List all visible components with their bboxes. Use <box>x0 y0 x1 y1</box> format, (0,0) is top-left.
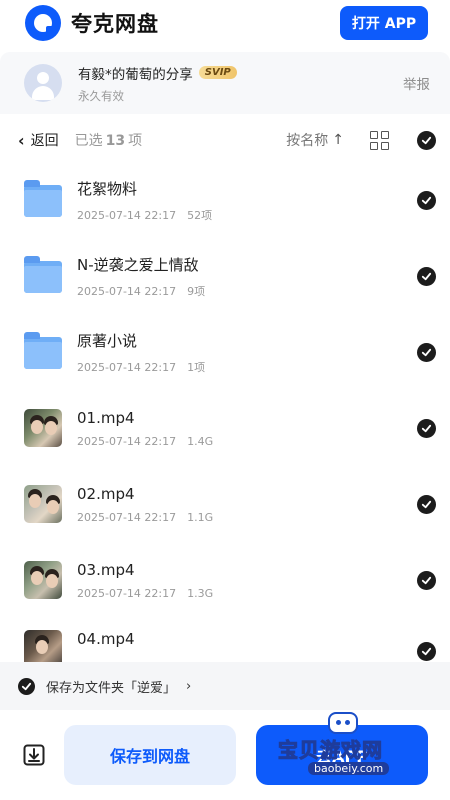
list-item[interactable]: N-逆袭之爱上情敌 2025-07-14 22:17 9项 <box>0 238 450 314</box>
sort-button[interactable]: 按名称 ↑ <box>286 130 344 150</box>
selected-count: 已选 13 项 <box>75 130 142 150</box>
user-head-icon <box>37 72 49 84</box>
download-icon[interactable] <box>22 743 46 767</box>
folder-icon <box>24 332 62 371</box>
video-thumbnail <box>24 409 62 447</box>
item-check-icon[interactable] <box>417 570 436 590</box>
item-check-icon[interactable] <box>417 190 436 210</box>
file-name: 花絮物料 <box>77 179 138 198</box>
selected-suffix: 项 <box>128 133 143 149</box>
back-label: 返回 <box>30 133 59 149</box>
open-in-app-button[interactable]: 去APP <box>256 725 428 785</box>
list-item[interactable]: 原著小说 2025-07-14 22:17 1项 <box>0 314 450 390</box>
list-item[interactable]: 03.mp4 2025-07-14 22:17 1.3G <box>0 542 450 618</box>
file-size: 1.4G <box>187 434 214 448</box>
list-item[interactable]: 花絮物料 2025-07-14 22:17 52项 <box>0 162 450 238</box>
app-header: 夸克网盘 打开 APP <box>0 0 450 46</box>
folder-icon <box>24 256 62 295</box>
item-check-icon[interactable] <box>417 494 436 514</box>
file-toolbar: ‹ 返回 已选 13 项 按名称 ↑ <box>0 120 450 160</box>
item-check-icon[interactable] <box>417 266 436 286</box>
file-date: 2025-07-14 22:17 <box>77 586 177 600</box>
file-name: 原著小说 <box>77 331 138 350</box>
select-all-check-icon[interactable] <box>417 130 436 150</box>
list-item[interactable]: 02.mp4 2025-07-14 22:17 1.1G <box>0 466 450 542</box>
svip-badge: SVIP <box>198 66 237 79</box>
item-check-icon[interactable] <box>417 642 436 661</box>
chevron-right-icon: › <box>186 678 192 694</box>
report-link[interactable]: 举报 <box>403 73 430 93</box>
grid-view-icon[interactable] <box>370 130 389 150</box>
file-date: 2025-07-14 22:17 <box>77 510 177 524</box>
quark-logo-icon <box>25 5 61 41</box>
file-size: 1.1G <box>187 510 214 524</box>
file-size: 1项 <box>187 360 206 374</box>
share-details: 有毅*的葡萄的分享 SVIP 永久有效 <box>78 63 237 104</box>
list-item[interactable]: 01.mp4 2025-07-14 22:17 1.4G <box>0 390 450 466</box>
file-size: 52项 <box>187 208 213 222</box>
item-check-icon[interactable] <box>417 342 436 362</box>
share-title-row: 有毅*的葡萄的分享 SVIP <box>78 63 237 83</box>
file-list: 花絮物料 2025-07-14 22:17 52项 N-逆袭之爱上情敌 2025-… <box>0 162 450 662</box>
selected-number: 13 <box>105 133 126 149</box>
arrow-up-icon: ↑ <box>332 132 344 148</box>
folder-icon <box>24 180 62 219</box>
save-folder-label: 保存为文件夹「逆爱」 <box>46 680 177 696</box>
file-name: 04.mp4 <box>77 630 135 648</box>
item-check-icon[interactable] <box>417 418 436 438</box>
file-date: 2025-07-14 22:17 <box>77 208 177 222</box>
video-thumbnail <box>24 561 62 599</box>
video-thumbnail <box>24 485 62 523</box>
share-info-bar: 有毅*的葡萄的分享 SVIP 永久有效 举报 <box>0 52 450 114</box>
user-body-icon <box>32 86 54 100</box>
app-name: 夸克网盘 <box>71 12 159 36</box>
file-name: N-逆袭之爱上情敌 <box>77 255 199 274</box>
back-button[interactable]: ‹ 返回 <box>18 130 59 150</box>
avatar <box>24 64 62 102</box>
selected-prefix: 已选 <box>74 133 103 149</box>
file-date: 2025-07-14 22:17 <box>77 284 177 298</box>
file-date: 2025-07-14 22:17 <box>77 360 177 374</box>
open-app-button[interactable]: 打开 APP <box>340 6 428 40</box>
file-name: 03.mp4 <box>77 560 135 579</box>
list-item[interactable]: 04.mp4 <box>0 618 450 662</box>
video-thumbnail <box>24 630 62 662</box>
save-to-cloud-button[interactable]: 保存到网盘 <box>64 725 236 785</box>
sort-label: 按名称 <box>286 133 329 149</box>
chevron-left-icon: ‹ <box>18 130 25 150</box>
share-validity: 永久有效 <box>78 88 124 103</box>
file-size: 1.3G <box>187 586 214 600</box>
file-name: 01.mp4 <box>77 408 135 427</box>
share-title: 有毅*的葡萄的分享 <box>78 66 193 83</box>
save-as-folder-option[interactable]: 保存为文件夹「逆爱」 › <box>0 662 450 710</box>
file-date: 2025-07-14 22:17 <box>77 434 177 448</box>
file-size: 9项 <box>187 284 206 298</box>
bottom-action-bar: 保存到网盘 去APP <box>0 710 450 800</box>
save-folder-check-icon[interactable] <box>18 677 35 695</box>
file-name: 02.mp4 <box>77 484 135 503</box>
